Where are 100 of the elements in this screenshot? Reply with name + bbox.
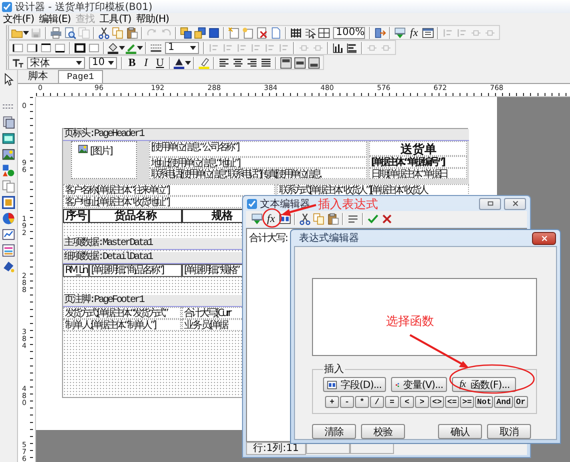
picture-icon[interactable] — [2, 148, 15, 161]
border-icon[interactable] — [40, 42, 52, 54]
operator-button[interactable]: <> — [430, 396, 444, 408]
box-icon[interactable] — [74, 42, 86, 54]
clipboard-icon[interactable] — [126, 26, 138, 38]
border-icon[interactable] — [26, 42, 38, 54]
border-icon[interactable] — [54, 42, 66, 54]
operator-button[interactable]: + — [325, 396, 339, 408]
dropdown-field[interactable]: 宋体 — [27, 56, 85, 68]
paint-bucket-icon[interactable] — [107, 42, 119, 54]
check-icon[interactable] — [367, 213, 379, 225]
dialog-button[interactable]: 确认 — [438, 424, 482, 439]
close-button[interactable] — [504, 198, 526, 210]
text-color-icon[interactable] — [173, 56, 185, 68]
dropdown-field[interactable]: 10 — [89, 56, 117, 68]
operator-button[interactable]: - — [340, 396, 354, 408]
menu-item[interactable]: 文件(F) — [3, 12, 34, 26]
menu-item[interactable]: 工具(T) — [100, 12, 132, 26]
close-button[interactable] — [532, 232, 556, 244]
operator-button[interactable]: = — [385, 396, 399, 408]
row-bars-icon[interactable] — [346, 42, 358, 54]
table-header-cell: 货品名称 — [89, 209, 182, 223]
insert-button[interactable]: 变量(V)... — [391, 377, 447, 392]
layers-icon[interactable] — [180, 26, 192, 38]
preview-icon[interactable] — [64, 26, 76, 38]
caret-icon[interactable] — [108, 60, 114, 64]
restore-button[interactable] — [479, 198, 501, 210]
dropdown-field[interactable]: 1 — [165, 42, 199, 54]
function-button[interactable]: fx — [407, 26, 421, 40]
monitor-icon[interactable] — [394, 26, 406, 38]
shapes-icon[interactable] — [2, 164, 15, 177]
caret-icon[interactable] — [185, 60, 191, 64]
door-icon[interactable] — [374, 26, 386, 38]
stack-icon[interactable] — [2, 116, 15, 129]
calendar-icon[interactable] — [422, 26, 434, 38]
pages-icon[interactable] — [2, 180, 15, 193]
operator-button[interactable]: >= — [460, 396, 474, 408]
line-style-icon[interactable] — [150, 42, 162, 54]
align-right-icon[interactable] — [246, 56, 258, 68]
caret-icon[interactable] — [119, 46, 125, 50]
new-page-icon[interactable] — [228, 26, 240, 38]
align-top-icon[interactable] — [280, 56, 292, 68]
operator-button[interactable]: Or — [514, 396, 528, 408]
monitor-icon[interactable] — [251, 213, 263, 225]
function-button[interactable]: fx — [264, 212, 278, 226]
italic-button[interactable]: I — [139, 56, 153, 70]
delete-page-icon[interactable] — [256, 26, 268, 38]
menu-item[interactable]: 编辑(E) — [39, 12, 71, 26]
operator-button[interactable]: / — [370, 396, 384, 408]
operator-button[interactable]: < — [400, 396, 414, 408]
cross-icon[interactable] — [381, 213, 393, 225]
tab[interactable]: 脚本 — [20, 71, 56, 83]
report-field: 制 单 人:[单据主体.“制单人”] — [63, 319, 181, 331]
dialog-button[interactable]: 校验 — [361, 424, 405, 439]
caret-icon[interactable] — [137, 46, 143, 50]
table-icon[interactable] — [318, 26, 330, 38]
paint-icon[interactable] — [2, 260, 15, 273]
menu-item[interactable]: 帮助(H) — [136, 12, 169, 26]
bold-button[interactable]: B — [125, 56, 139, 70]
align-middle-icon[interactable] — [294, 56, 306, 68]
square-icon[interactable] — [208, 26, 220, 38]
chart-icon[interactable] — [2, 228, 15, 241]
insert-button[interactable]: 字段(D)... — [323, 377, 386, 392]
layers-icon[interactable] — [194, 26, 206, 38]
image-placeholder[interactable]: [图片] — [71, 141, 137, 179]
dialog-button[interactable]: 清除 — [312, 424, 356, 439]
window-icon[interactable] — [2, 132, 15, 145]
caret-icon[interactable] — [76, 60, 82, 64]
align-left-icon[interactable] — [218, 56, 230, 68]
column-bars-icon[interactable] — [332, 42, 344, 54]
scissors-icon[interactable] — [299, 213, 311, 225]
border-icon[interactable] — [12, 42, 24, 54]
list-icon[interactable] — [2, 244, 15, 257]
dialog-button[interactable]: 取消 — [487, 424, 531, 439]
close-icon — [510, 199, 520, 208]
operator-button[interactable]: * — [355, 396, 369, 408]
cursor-icon[interactable] — [2, 73, 15, 86]
justify-icon[interactable] — [260, 56, 272, 68]
align-center-icon[interactable] — [232, 56, 244, 68]
underline-button[interactable]: U — [153, 56, 167, 70]
caret-icon[interactable] — [190, 46, 196, 50]
tab[interactable]: Page1 — [58, 70, 104, 83]
pie-chart-icon[interactable] — [2, 212, 15, 225]
operator-button[interactable]: Not — [475, 396, 494, 408]
lines-icon[interactable] — [347, 213, 359, 225]
highlighter-icon[interactable] — [198, 56, 210, 68]
clipboard-icon[interactable] — [327, 213, 339, 225]
scissors-icon[interactable] — [98, 26, 110, 38]
expression-input[interactable] — [312, 278, 537, 356]
dropdown-field[interactable]: 100% — [333, 26, 365, 38]
page-icon[interactable] — [242, 26, 254, 38]
caret-icon[interactable] — [23, 30, 29, 34]
operator-button[interactable]: And — [494, 396, 513, 408]
operator-button[interactable]: <= — [445, 396, 459, 408]
operator-button[interactable]: > — [415, 396, 429, 408]
font-icon[interactable] — [12, 56, 24, 68]
frame-icon[interactable] — [2, 196, 15, 209]
grid-icon[interactable] — [290, 26, 302, 38]
align-bottom-icon[interactable] — [308, 56, 320, 68]
printer-icon[interactable] — [50, 26, 62, 38]
